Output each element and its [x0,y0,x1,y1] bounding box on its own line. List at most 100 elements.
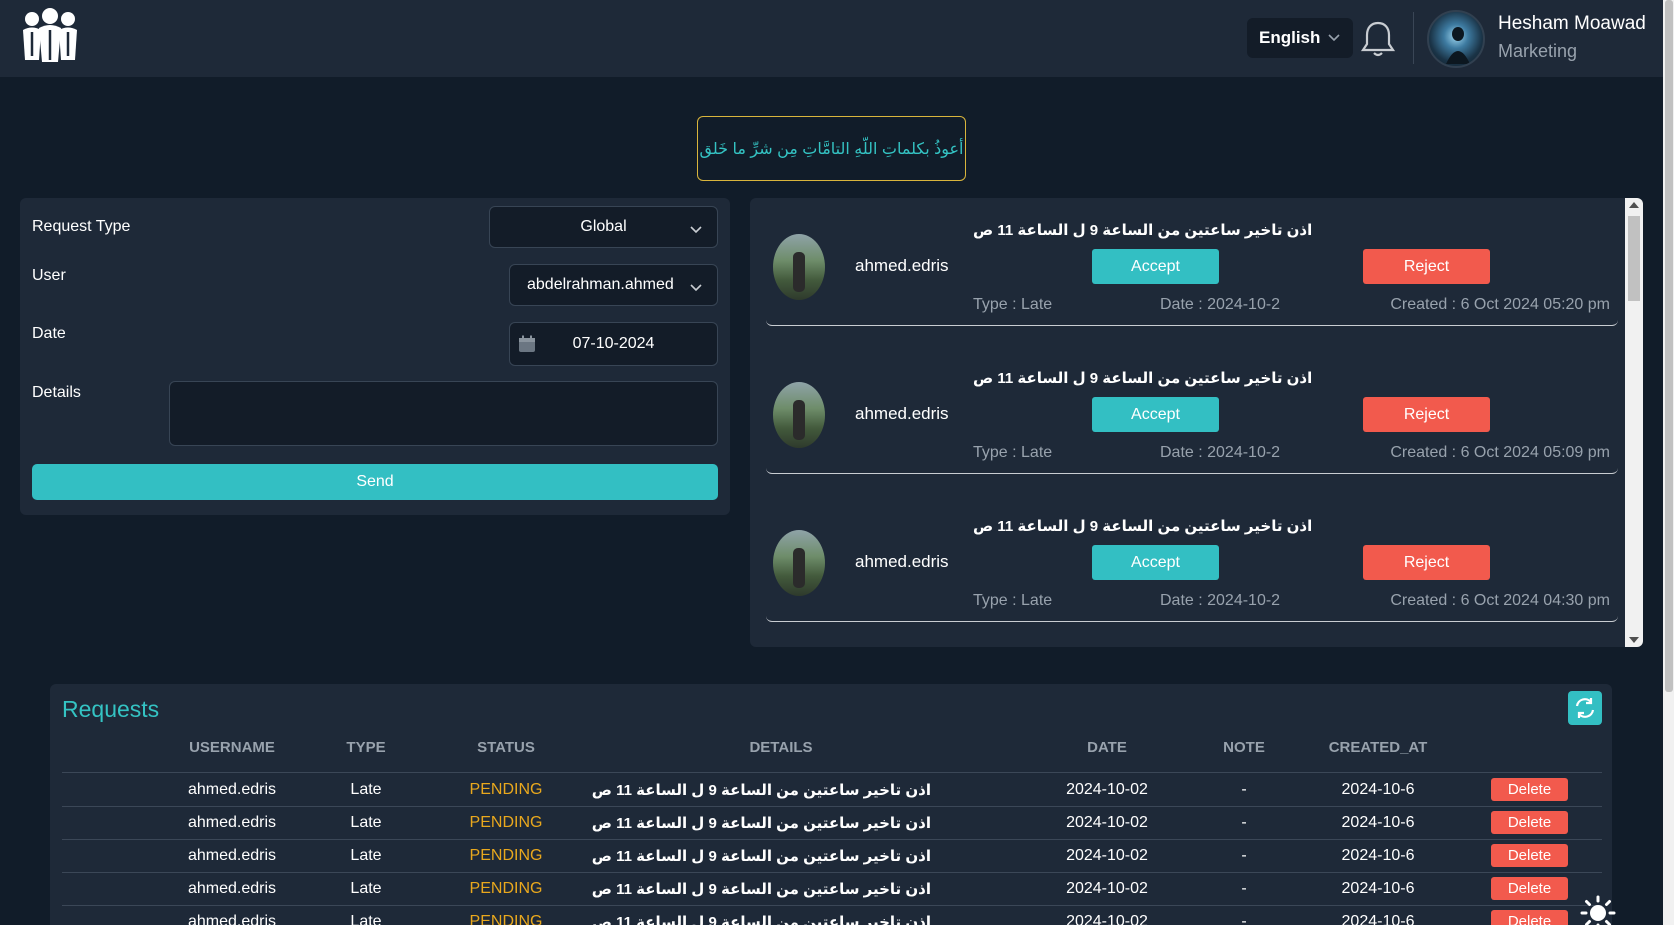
request-type-select[interactable]: Global [489,206,718,248]
request-card: ahmed.edris اذن تاخير ساعتين من الساعة 9… [766,494,1618,622]
request-type-value: Global [580,218,627,235]
avatar-figure-icon [1446,27,1470,64]
cell-created-at: 2024-10-6 [1341,814,1415,831]
cell-created-at: 2024-10-6 [1341,847,1415,864]
delete-button[interactable]: Delete [1491,778,1568,801]
delete-button[interactable]: Delete [1491,910,1568,925]
request-type: Type : Late [973,296,1053,313]
request-card: ahmed.edris اذن تاخير ساعتين من الساعة 9… [766,198,1618,326]
cell-date: 2024-10-02 [1066,781,1148,798]
cell-username: ahmed.edris [187,880,277,897]
sun-icon[interactable] [1580,895,1616,925]
chevron-down-icon [690,226,702,234]
cell-note: - [1241,913,1247,925]
cell-status: PENDING [469,913,543,925]
bell-icon[interactable] [1360,18,1396,58]
table-divider [62,772,1602,773]
accept-button[interactable]: Accept [1092,397,1219,432]
cell-date: 2024-10-02 [1066,814,1148,831]
scroll-down-arrow-icon[interactable] [1629,637,1639,643]
cell-details: اذن تاخير ساعتين من الساعة 9 ل الساعة 11… [591,848,931,865]
request-created: Created : 6 Oct 2024 05:09 pm [1390,444,1610,461]
chevron-down-icon [690,284,702,292]
requester-avatar [773,530,825,596]
date-input[interactable]: 07-10-2024 [509,322,718,366]
accept-button[interactable]: Accept [1092,249,1219,284]
accept-button[interactable]: Accept [1092,545,1219,580]
top-navbar: English Hesham Moawad Marketing [0,0,1663,77]
details-textarea[interactable] [169,381,718,446]
page-scrollbar-thumb[interactable] [1665,0,1673,692]
column-header-created-at: CREATED_AT [1328,739,1428,756]
cell-created-at: 2024-10-6 [1341,880,1415,897]
request-form: Request Type Global User abdelrahman.ahm… [20,198,730,515]
request-date: Date : 2024-10-2 [1160,592,1281,609]
column-header-note: NOTE [1223,739,1265,756]
scroll-up-arrow-icon[interactable] [1629,202,1639,208]
requester-name: ahmed.edris [855,552,949,571]
cell-created-at: 2024-10-6 [1341,913,1415,925]
cell-details: اذن تاخير ساعتين من الساعة 9 ل الساعة 11… [591,914,931,925]
delete-button[interactable]: Delete [1491,877,1568,900]
calendar-icon [519,335,535,352]
request-title: اذن تاخير ساعتين من الساعة 9 ل الساعة 11… [973,222,1313,239]
row-divider [62,839,1602,840]
request-created: Created : 6 Oct 2024 04:30 pm [1390,592,1610,609]
feed-scrollbar-thumb[interactable] [1628,216,1640,301]
date-label: Date [32,325,66,342]
reject-button[interactable]: Reject [1363,249,1490,284]
banner-text: أعوذُ بكلماتِ اللّهِ التامَّاتِ مِن شرِّ… [699,140,964,158]
column-header-status: STATUS [477,739,535,756]
cell-date: 2024-10-02 [1066,880,1148,897]
cell-username: ahmed.edris [187,913,277,925]
request-type: Type : Late [973,444,1053,461]
column-header-type: TYPE [346,739,386,756]
column-header-username: USERNAME [189,739,275,756]
feed-scrollbar[interactable] [1625,198,1643,647]
header-divider [1413,12,1414,64]
request-card: ahmed.edris اذن تاخير ساعتين من الساعة 9… [766,346,1618,474]
row-divider [62,872,1602,873]
requests-table-panel: Requests USERNAME TYPE STATUS DETAILS DA… [50,684,1612,925]
delete-button[interactable]: Delete [1491,811,1568,834]
cell-date: 2024-10-02 [1066,847,1148,864]
cell-note: - [1241,880,1247,897]
requester-avatar [773,382,825,448]
requester-avatar [773,234,825,300]
cell-username: ahmed.edris [187,781,277,798]
reject-button[interactable]: Reject [1363,397,1490,432]
user-select[interactable]: abdelrahman.ahmed [509,264,718,306]
column-header-date: DATE [1087,739,1127,756]
cell-username: ahmed.edris [187,847,277,864]
requester-name: ahmed.edris [855,404,949,423]
cell-type: Late [350,913,382,925]
pending-requests-feed[interactable]: ahmed.edris اذن تاخير ساعتين من الساعة 9… [750,198,1643,647]
page-scrollbar[interactable] [1663,0,1674,925]
cell-status: PENDING [469,880,543,897]
send-button[interactable]: Send [32,464,718,500]
team-logo-icon[interactable] [18,6,82,66]
chevron-down-icon [1328,34,1340,42]
cell-note: - [1241,781,1247,798]
language-label: English [1259,28,1321,47]
user-label: User [32,267,66,284]
request-date: Date : 2024-10-2 [1160,444,1281,461]
user-avatar[interactable] [1427,10,1485,68]
reject-button[interactable]: Reject [1363,545,1490,580]
request-type: Type : Late [973,592,1053,609]
cell-details: اذن تاخير ساعتين من الساعة 9 ل الساعة 11… [591,881,931,898]
requests-table-title: Requests [62,696,160,722]
cell-created-at: 2024-10-6 [1341,781,1415,798]
cell-date: 2024-10-02 [1066,913,1148,925]
cell-note: - [1241,847,1247,864]
request-title: اذن تاخير ساعتين من الساعة 9 ل الساعة 11… [973,370,1313,387]
refresh-icon [1575,698,1595,718]
cell-type: Late [350,880,382,897]
refresh-button[interactable] [1568,691,1602,725]
cell-type: Late [350,847,382,864]
language-selector[interactable]: English [1247,18,1353,58]
cell-status: PENDING [469,847,543,864]
delete-button[interactable]: Delete [1491,844,1568,867]
user-name[interactable]: Hesham Moawad [1498,13,1646,35]
column-header-details: DETAILS [749,739,813,756]
